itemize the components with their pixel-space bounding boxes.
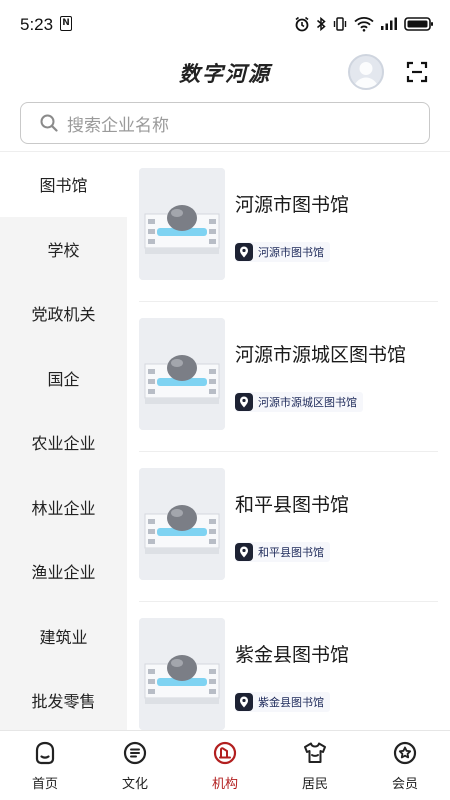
alarm-icon <box>295 16 309 32</box>
nav-item-institution[interactable]: 机构 <box>180 731 270 800</box>
nav-label: 首页 <box>31 777 58 792</box>
list-item[interactable]: 河源市源城区图书馆 河源市源城区图书馆 <box>127 302 450 452</box>
library-image <box>139 168 225 280</box>
location-pin-icon <box>235 393 253 411</box>
category-sidebar: 图书馆 学校 党政机关 国企 农业企业 林业企业 渔业企业 建筑业 批发零售 <box>0 152 127 730</box>
location-pin-icon <box>235 693 253 711</box>
institution-list: 河源市图书馆 河源市图书馆 河源市源城区图书馆 河源市源城区图书馆 和平县图书馆… <box>127 152 450 730</box>
institution-tag: 和平县图书馆 <box>235 542 330 562</box>
list-item[interactable]: 河源市图书馆 河源市图书馆 <box>127 152 450 302</box>
list-item[interactable]: 紫金县图书馆 紫金县图书馆 <box>127 602 450 730</box>
sidebar-item-forestry[interactable]: 林业企业 <box>0 475 127 540</box>
search-placeholder: 搜索企业名称 <box>67 115 169 136</box>
nfc-icon: N <box>60 16 72 31</box>
status-bar: 5:23 N <box>0 0 450 48</box>
tag-text: 紫金县图书馆 <box>258 696 324 709</box>
nav-item-resident[interactable]: 居民 <box>270 731 360 800</box>
institution-tag: 河源市源城区图书馆 <box>235 392 363 412</box>
institution-tag: 河源市图书馆 <box>235 242 330 262</box>
member-icon <box>393 741 417 765</box>
sidebar-item-agriculture[interactable]: 农业企业 <box>0 410 127 475</box>
institution-name: 紫金县图书馆 <box>235 644 350 666</box>
resident-icon <box>304 742 326 763</box>
tag-text: 和平县图书馆 <box>258 546 324 559</box>
library-image <box>139 318 225 430</box>
nav-item-member[interactable]: 会员 <box>360 731 450 800</box>
sidebar-item-library[interactable]: 图书馆 <box>0 152 127 217</box>
library-image <box>139 468 225 580</box>
tag-text: 河源市图书馆 <box>258 246 324 259</box>
nav-label: 居民 <box>301 777 328 792</box>
sidebar-item-retail[interactable]: 批发零售 <box>0 668 127 730</box>
nav-label: 机构 <box>211 777 238 792</box>
list-item[interactable]: 和平县图书馆 和平县图书馆 <box>127 452 450 602</box>
status-time: 5:23 <box>20 15 54 34</box>
location-pin-icon <box>235 243 253 261</box>
user-icon <box>353 62 379 88</box>
nav-label: 文化 <box>121 777 148 792</box>
sidebar-item-state-owned[interactable]: 国企 <box>0 346 127 411</box>
institution-name: 河源市源城区图书馆 <box>235 344 407 366</box>
culture-icon <box>123 741 147 765</box>
library-building-icon <box>139 168 225 280</box>
nav-item-culture[interactable]: 文化 <box>90 731 180 800</box>
search-input[interactable]: 搜索企业名称 <box>20 102 430 144</box>
header: 数字河源 <box>0 48 450 98</box>
sidebar-item-construction[interactable]: 建筑业 <box>0 604 127 669</box>
institution-name: 和平县图书馆 <box>235 494 350 516</box>
status-icons <box>294 14 434 34</box>
search-icon <box>40 114 58 132</box>
bluetooth-icon <box>317 16 326 32</box>
bottom-nav: 首页 文化 机构 居民 会员 <box>0 730 450 800</box>
library-building-icon <box>139 618 225 730</box>
nav-item-home[interactable]: 首页 <box>0 731 90 800</box>
location-pin-icon <box>235 543 253 561</box>
institution-name: 河源市图书馆 <box>235 194 350 216</box>
wifi-icon <box>354 17 374 32</box>
institution-icon <box>213 741 237 765</box>
home-icon <box>35 741 55 765</box>
battery-icon <box>404 17 433 31</box>
institution-tag: 紫金县图书馆 <box>235 692 330 712</box>
scan-icon[interactable] <box>405 60 429 84</box>
tag-text: 河源市源城区图书馆 <box>258 396 357 409</box>
sidebar-item-government[interactable]: 党政机关 <box>0 281 127 346</box>
sidebar-item-school[interactable]: 学校 <box>0 217 127 282</box>
signal-icon <box>381 17 397 30</box>
nav-label: 会员 <box>391 777 418 792</box>
library-image <box>139 618 225 730</box>
avatar[interactable] <box>348 54 384 90</box>
library-building-icon <box>139 468 225 580</box>
sidebar-item-fishery[interactable]: 渔业企业 <box>0 539 127 604</box>
vibrate-icon <box>333 17 347 31</box>
library-building-icon <box>139 318 225 430</box>
